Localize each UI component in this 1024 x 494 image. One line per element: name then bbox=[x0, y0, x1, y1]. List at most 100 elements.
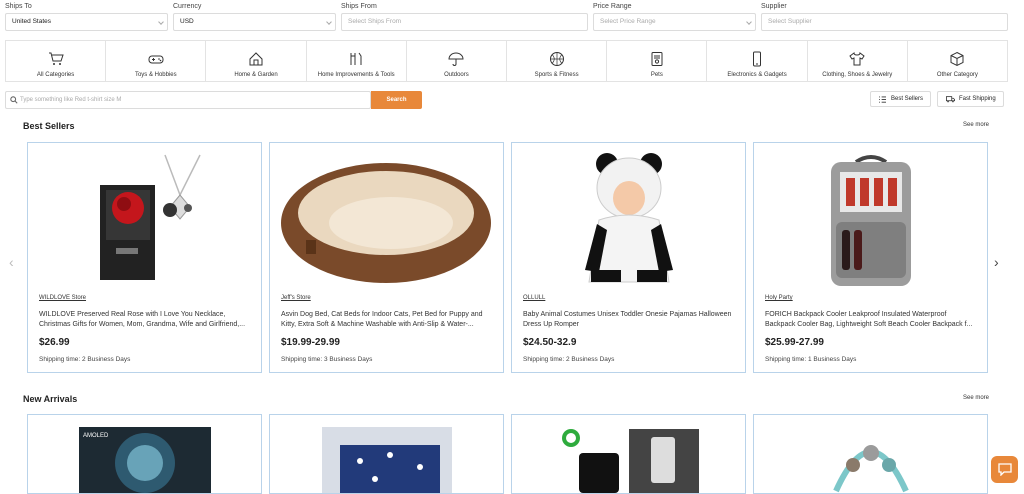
ships-from-placeholder: Select Ships From bbox=[348, 18, 402, 25]
category-sports-fitness[interactable]: Sports & Fitness bbox=[507, 41, 608, 81]
ships-to-value: United States bbox=[12, 18, 52, 25]
product-image-panda-costume bbox=[516, 148, 741, 291]
cart-icon bbox=[48, 52, 64, 65]
truck-icon bbox=[946, 96, 955, 103]
category-electronics-gadgets[interactable]: Electronics & Gadgets bbox=[707, 41, 808, 81]
chevron-down-icon bbox=[746, 19, 752, 25]
search-button[interactable]: Search bbox=[371, 91, 422, 109]
currency-label: Currency bbox=[173, 3, 202, 10]
product-image-rose-necklace bbox=[32, 148, 257, 291]
category-toys-hobbies[interactable]: Toys & Hobbies bbox=[106, 41, 207, 81]
product-card[interactable]: Holy Party FORICH Backpack Cooler Leakpr… bbox=[753, 142, 988, 373]
product-image-backpack-cooler bbox=[758, 148, 983, 291]
filter-bar: Ships To United States Currency USD Ship… bbox=[0, 0, 1024, 36]
currency-select[interactable]: USD bbox=[173, 13, 336, 31]
phone-icon bbox=[753, 51, 762, 66]
carousel-next-button[interactable]: › bbox=[994, 254, 999, 270]
product-title[interactable]: FORICH Backpack Cooler Leakproof Insulat… bbox=[765, 310, 977, 330]
best-sellers-label: Best Sellers bbox=[891, 96, 924, 102]
product-title[interactable]: Baby Animal Costumes Unisex Toddler Ones… bbox=[523, 310, 735, 330]
category-label: Home & Garden bbox=[234, 71, 278, 78]
gamepad-icon bbox=[148, 55, 164, 63]
chevron-down-icon bbox=[158, 19, 164, 25]
ships-to-label: Ships To bbox=[5, 3, 32, 10]
category-home-improvements-tools[interactable]: Home Improvements & Tools bbox=[307, 41, 407, 81]
chevron-down-icon bbox=[326, 19, 332, 25]
store-link[interactable]: Jeff's Store bbox=[281, 295, 311, 301]
umbrella-icon bbox=[448, 52, 464, 66]
product-price: $25.99-27.99 bbox=[765, 337, 824, 348]
pet-food-icon bbox=[651, 51, 663, 66]
amoled-badge: AMOLED bbox=[83, 433, 109, 439]
category-label: Electronics & Gadgets bbox=[727, 71, 787, 78]
category-outdoors[interactable]: Outdoors bbox=[407, 41, 508, 81]
search-placeholder: Type something like Red t-shirt size M bbox=[20, 97, 122, 103]
product-image-smartwatch: AMOLED bbox=[32, 423, 257, 493]
product-image-phone-mount bbox=[516, 423, 741, 493]
category-label: All Categories bbox=[36, 71, 75, 78]
product-title[interactable]: Asvin Dog Bed, Cat Beds for Indoor Cats,… bbox=[281, 310, 493, 330]
list-icon bbox=[879, 96, 886, 103]
store-link[interactable]: OLLULL bbox=[523, 295, 545, 301]
product-card[interactable]: AMOLED bbox=[27, 414, 262, 494]
see-more-link[interactable]: See more bbox=[963, 122, 989, 128]
product-card[interactable]: WILDLOVE Store WILDLOVE Preserved Real R… bbox=[27, 142, 262, 373]
product-card[interactable] bbox=[269, 414, 504, 494]
chat-icon bbox=[997, 463, 1012, 476]
category-all-categories[interactable]: All Categories bbox=[6, 41, 107, 81]
currency-value: USD bbox=[180, 18, 194, 25]
category-clothing-shoes-jewelry[interactable]: Clothing, Shoes & Jewelry bbox=[808, 41, 908, 81]
chat-button[interactable] bbox=[991, 456, 1018, 483]
price-range-label: Price Range bbox=[593, 3, 632, 10]
product-card[interactable] bbox=[511, 414, 746, 494]
product-image-baby-bouncer bbox=[758, 423, 983, 493]
search-input[interactable]: Type something like Red t-shirt size M bbox=[5, 91, 371, 109]
supplier-label: Supplier bbox=[761, 3, 787, 10]
ships-to-select[interactable]: United States bbox=[5, 13, 168, 31]
store-link[interactable]: Holy Party bbox=[765, 295, 793, 301]
search-icon bbox=[10, 96, 18, 104]
category-label: Outdoors bbox=[444, 71, 469, 78]
shipping-time: Shipping time: 3 Business Days bbox=[281, 356, 373, 363]
price-range-select[interactable]: Select Price Range bbox=[593, 13, 756, 31]
product-price: $24.50-32.9 bbox=[523, 337, 577, 348]
category-other[interactable]: Other Category bbox=[908, 41, 1007, 81]
product-card[interactable]: OLLULL Baby Animal Costumes Unisex Toddl… bbox=[511, 142, 746, 373]
product-price: $26.99 bbox=[39, 337, 70, 348]
category-label: Pets bbox=[650, 71, 663, 78]
new-arrivals-title: New Arrivals bbox=[23, 394, 78, 404]
ships-from-select[interactable]: Select Ships From bbox=[341, 13, 588, 31]
category-pets[interactable]: Pets bbox=[607, 41, 708, 81]
product-image-dog-bed bbox=[274, 148, 499, 291]
see-more-link[interactable]: See more bbox=[963, 395, 989, 401]
product-title[interactable]: WILDLOVE Preserved Real Rose with I Love… bbox=[39, 310, 251, 330]
product-price: $19.99-29.99 bbox=[281, 337, 340, 348]
category-label: Toys & Hobbies bbox=[134, 71, 177, 78]
best-sellers-toggle[interactable]: Best Sellers bbox=[870, 91, 931, 107]
product-card[interactable]: Jeff's Store Asvin Dog Bed, Cat Beds for… bbox=[269, 142, 504, 373]
category-label: Other Category bbox=[936, 71, 978, 78]
shirt-icon bbox=[849, 51, 865, 65]
category-bar: All Categories Toys & Hobbies Home & Gar… bbox=[5, 40, 1008, 82]
best-sellers-title: Best Sellers bbox=[23, 121, 75, 131]
supplier-select[interactable]: Select Supplier bbox=[761, 13, 1008, 31]
carousel-prev-button[interactable]: ‹ bbox=[9, 254, 14, 270]
category-label: Sports & Fitness bbox=[534, 71, 579, 78]
tools-icon bbox=[350, 52, 362, 65]
product-card[interactable] bbox=[753, 414, 988, 494]
category-home-garden[interactable]: Home & Garden bbox=[206, 41, 307, 81]
supplier-placeholder: Select Supplier bbox=[768, 18, 812, 25]
fast-shipping-toggle[interactable]: Fast Shipping bbox=[937, 91, 1004, 107]
store-link[interactable]: WILDLOVE Store bbox=[39, 295, 86, 301]
category-label: Home Improvements & Tools bbox=[317, 71, 395, 78]
shipping-time: Shipping time: 2 Business Days bbox=[39, 356, 131, 363]
category-label: Clothing, Shoes & Jewelry bbox=[822, 71, 893, 78]
ball-icon bbox=[549, 51, 564, 66]
box-icon bbox=[950, 51, 964, 66]
shipping-time: Shipping time: 2 Business Days bbox=[523, 356, 615, 363]
shipping-time: Shipping time: 1 Business Days bbox=[765, 356, 857, 363]
fast-shipping-label: Fast Shipping bbox=[959, 96, 996, 102]
house-icon bbox=[249, 51, 263, 65]
price-range-placeholder: Select Price Range bbox=[600, 18, 656, 25]
ships-from-label: Ships From bbox=[341, 3, 377, 10]
